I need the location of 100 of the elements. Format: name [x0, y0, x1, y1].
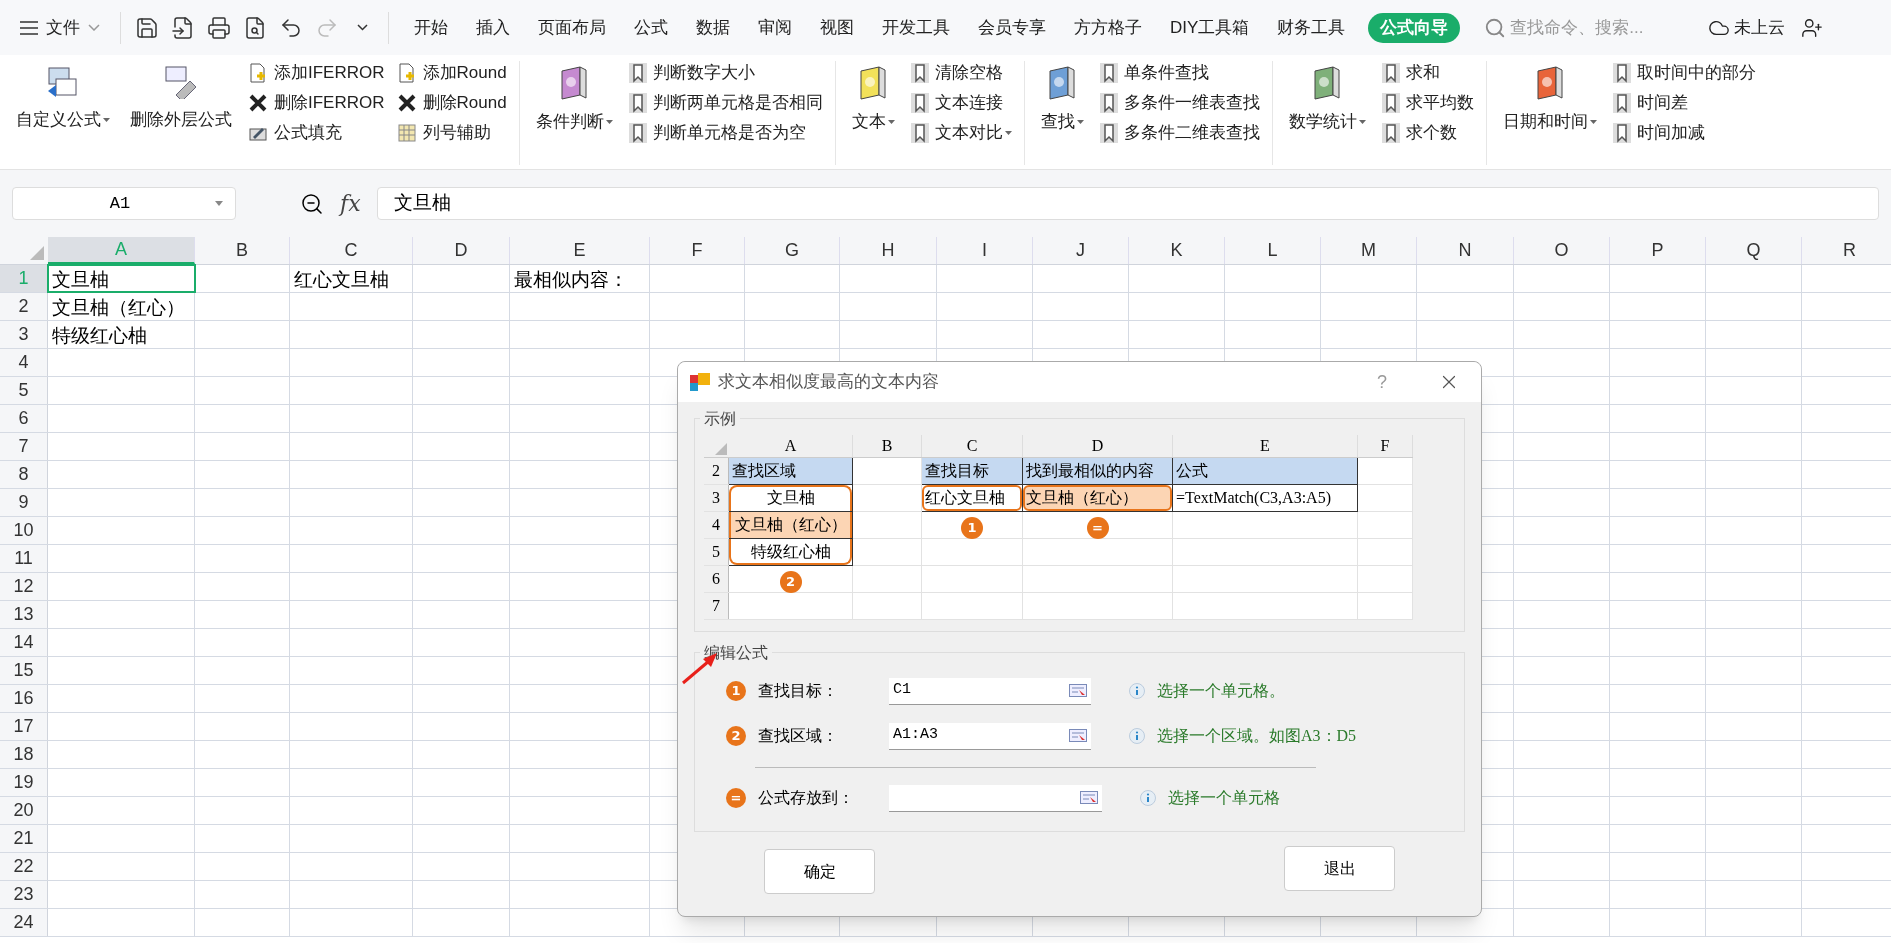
ribbon-large-button[interactable]: 删除外层公式 [126, 61, 236, 133]
reference-field[interactable]: A1:A3 [889, 722, 1091, 750]
ribbon-small-button[interactable]: 单条件查找 [1099, 61, 1260, 85]
ribbon-small-button[interactable]: 删除IFERROR [248, 91, 385, 115]
column-header[interactable]: M [1321, 237, 1417, 264]
column-header[interactable]: L [1225, 237, 1321, 264]
row-header[interactable]: 22 [0, 853, 48, 880]
ribbon-large-button[interactable]: 日期和时间 [1498, 61, 1601, 135]
ribbon-tab[interactable]: 开始 [401, 12, 461, 43]
range-picker-icon[interactable] [1080, 791, 1098, 804]
column-header[interactable]: J [1033, 237, 1129, 264]
ribbon-small-button[interactable]: 判断单元格是否为空 [628, 121, 823, 145]
ribbon-large-button[interactable]: 自定义公式 [12, 61, 114, 133]
ribbon-tab[interactable]: 方方格子 [1061, 12, 1155, 43]
ribbon-large-button[interactable]: 查找 [1036, 61, 1088, 135]
column-header[interactable]: R [1802, 237, 1891, 264]
ribbon-small-button[interactable]: 求个数 [1381, 121, 1474, 145]
command-search-field[interactable]: 查找命令、搜索... [1484, 14, 1701, 41]
row-header[interactable]: 3 [0, 321, 48, 348]
row-header[interactable]: 16 [0, 685, 48, 712]
row-header[interactable]: 7 [0, 433, 48, 460]
reference-field[interactable]: C1 [889, 677, 1091, 705]
ribbon-small-button[interactable]: 求和 [1381, 61, 1474, 85]
column-header[interactable]: O [1514, 237, 1610, 264]
row-header[interactable]: 14 [0, 629, 48, 656]
ribbon-tab[interactable]: 公式 [621, 12, 681, 43]
range-picker-icon[interactable] [1069, 729, 1087, 742]
column-header[interactable]: D [413, 237, 510, 264]
name-box[interactable]: A1 [12, 187, 236, 220]
dialog-button[interactable]: 确定 [764, 849, 875, 894]
ribbon-small-button[interactable]: 时间差 [1612, 91, 1756, 115]
column-header[interactable]: F [650, 237, 745, 264]
ribbon-tab[interactable]: 视图 [807, 12, 867, 43]
column-header[interactable]: B [195, 237, 290, 264]
row-header[interactable]: 2 [0, 293, 48, 320]
column-header[interactable]: E [510, 237, 650, 264]
row-header[interactable]: 18 [0, 741, 48, 768]
ribbon-tab[interactable]: 审阅 [745, 12, 805, 43]
ribbon-large-button[interactable]: 条件判断 [531, 61, 617, 135]
column-header[interactable]: I [937, 237, 1033, 264]
row-header[interactable]: 23 [0, 881, 48, 908]
add-user-icon[interactable] [1801, 16, 1824, 39]
reference-field[interactable] [889, 784, 1102, 812]
row-header[interactable]: 15 [0, 657, 48, 684]
ribbon-small-button[interactable]: 求平均数 [1381, 91, 1474, 115]
row-header[interactable]: 19 [0, 769, 48, 796]
ribbon-tab[interactable]: 插入 [463, 12, 523, 43]
range-picker-icon[interactable] [1069, 684, 1087, 697]
column-header[interactable]: C [290, 237, 413, 264]
ribbon-tab[interactable]: 数据 [683, 12, 743, 43]
cloud-status-button[interactable]: 未上云 [1708, 14, 1786, 41]
row-header[interactable]: 11 [0, 545, 48, 572]
row-header[interactable]: 21 [0, 825, 48, 852]
ribbon-small-button[interactable]: 清除空格 [910, 61, 1012, 85]
zoom-out-icon[interactable] [300, 191, 324, 216]
ribbon-tab[interactable]: 页面布局 [525, 12, 619, 43]
ribbon-small-button[interactable]: 多条件二维表查找 [1099, 121, 1260, 145]
ribbon-small-button[interactable]: 文本对比 [910, 121, 1012, 145]
ribbon-small-button[interactable]: 添加IFERROR [248, 61, 385, 85]
ribbon-large-button[interactable]: 文本 [847, 61, 899, 135]
ribbon-tab[interactable]: 开发工具 [869, 12, 963, 43]
row-header[interactable]: 4 [0, 349, 48, 376]
row-header[interactable]: 8 [0, 461, 48, 488]
dialog-button[interactable]: 退出 [1284, 846, 1395, 891]
column-header[interactable]: G [745, 237, 840, 264]
add-page-icon [248, 63, 268, 83]
ribbon-large-button[interactable]: 数学统计 [1284, 61, 1370, 135]
ribbon-small-button[interactable]: 删除Round [396, 91, 507, 115]
dropdown-caret-icon [605, 119, 613, 124]
column-header[interactable]: K [1129, 237, 1225, 264]
ribbon-small-button[interactable]: 文本连接 [910, 91, 1012, 115]
row-header[interactable]: 17 [0, 713, 48, 740]
ribbon-tab[interactable]: DIY工具箱 [1157, 12, 1263, 43]
formula-field[interactable]: 文旦柚 [376, 187, 1879, 220]
row-header[interactable]: 24 [0, 909, 48, 936]
ribbon-small-button[interactable]: 多条件一维表查找 [1099, 91, 1260, 115]
column-header[interactable]: Q [1706, 237, 1802, 264]
ribbon-tab[interactable]: 会员专享 [965, 12, 1059, 43]
ribbon-tab[interactable]: 财务工具 [1264, 12, 1359, 43]
more-tools-icon[interactable] [357, 24, 368, 31]
row-header[interactable]: 10 [0, 517, 48, 544]
row-header[interactable]: 9 [0, 489, 48, 516]
ribbon-small-button[interactable]: 公式填充 [248, 121, 385, 145]
row-header[interactable]: 13 [0, 601, 48, 628]
ribbon-small-button[interactable]: 判断数字大小 [628, 61, 823, 85]
function-label[interactable]: fx [340, 187, 361, 220]
column-header[interactable]: P [1610, 237, 1706, 264]
column-header[interactable]: N [1417, 237, 1514, 264]
ribbon-small-button[interactable]: 时间加减 [1612, 121, 1756, 145]
file-menu-button[interactable]: 文件 [20, 14, 112, 41]
cell-text: 查找区域 [732, 461, 797, 481]
row-header[interactable]: 20 [0, 797, 48, 824]
row-header[interactable]: 12 [0, 573, 48, 600]
row-header[interactable]: 5 [0, 377, 48, 404]
column-header[interactable]: H [840, 237, 937, 264]
ribbon-small-button[interactable]: 取时间中的部分 [1612, 61, 1756, 85]
ribbon-small-button[interactable]: 添加Round [396, 61, 507, 85]
row-header[interactable]: 6 [0, 405, 48, 432]
ribbon-small-button[interactable]: 判断两单元格是否相同 [628, 91, 823, 115]
ribbon-small-button[interactable]: 列号辅助 [396, 121, 507, 145]
